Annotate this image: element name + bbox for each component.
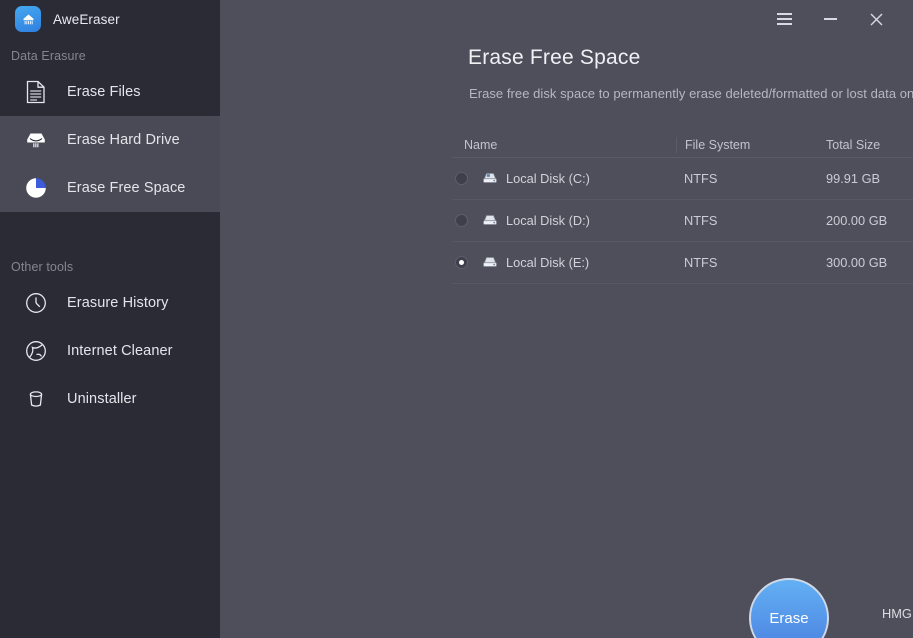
sidebar-active-group: Erase Hard Drive Erase Free Space: [0, 116, 220, 212]
erase-button-label: Erase: [769, 609, 809, 627]
disk-total-size: 99.91 GB: [826, 171, 881, 186]
disk-radio-button[interactable]: [455, 256, 468, 269]
page-description: Erase free disk space to permanently era…: [469, 86, 913, 101]
disk-name: Local Disk (E:): [506, 255, 590, 270]
table-row[interactable]: Local Disk (E:) NTFS 300.00 GB 297.67 GB: [452, 242, 913, 284]
erase-button[interactable]: Erase: [749, 578, 829, 638]
app-name: AweEraser: [53, 11, 120, 27]
sidebar-item-erasure-history[interactable]: Erasure History: [0, 279, 220, 327]
column-header-total-size[interactable]: Total Size: [826, 138, 913, 152]
brand: AweEraser: [0, 0, 220, 38]
disk-name-cell: Local Disk (E:): [452, 255, 676, 271]
sidebar-item-erase-free-space[interactable]: Erase Free Space: [0, 164, 220, 212]
close-icon[interactable]: [853, 2, 899, 36]
disk-name-cell: Local Disk (D:): [452, 213, 676, 229]
title-bar: [220, 0, 913, 38]
local-disk-icon: [482, 213, 498, 229]
hamburger-menu-icon[interactable]: [761, 2, 807, 36]
pie-chart-icon: [22, 174, 50, 202]
application-window: AweEraser Data Erasure Erase Files Erase…: [0, 0, 913, 638]
sidebar-item-label: Erase Hard Drive: [67, 132, 180, 148]
sidebar-item-label: Erase Free Space: [67, 180, 186, 196]
sidebar: AweEraser Data Erasure Erase Files Erase…: [0, 0, 220, 638]
local-disk-icon: [482, 171, 498, 187]
disk-total-size: 200.00 GB: [826, 213, 888, 228]
sidebar-item-erase-hard-drive[interactable]: Erase Hard Drive: [0, 116, 220, 164]
sidebar-item-erase-files[interactable]: Erase Files: [0, 68, 220, 116]
table-row[interactable]: Local Disk (C:) NTFS 99.91 GB 63.60 GB: [452, 158, 913, 200]
sidebar-item-label: Erase Files: [67, 84, 141, 100]
trash-bin-icon: [22, 385, 50, 413]
table-row[interactable]: Local Disk (D:) NTFS 200.00 GB 195.00 GB: [452, 200, 913, 242]
local-disk-icon: [482, 255, 498, 271]
erasure-method-value: HMG Infosec Standard 5 (1 pass): [882, 606, 913, 621]
disk-total-size: 300.00 GB: [826, 255, 888, 270]
disk-file-system: NTFS: [684, 171, 718, 186]
sidebar-section-label-other-tools: Other tools: [11, 260, 74, 274]
hard-drive-icon: [22, 126, 50, 154]
sidebar-item-label: Erasure History: [67, 295, 169, 311]
erasure-method-select[interactable]: HMG Infosec Standard 5 (1 pass): [882, 606, 913, 621]
disk-name-cell: Local Disk (C:): [452, 171, 676, 187]
disk-table: Name File System Total Size Free Size: [452, 133, 913, 284]
disk-file-system: NTFS: [684, 255, 718, 270]
disk-radio-button[interactable]: [455, 172, 468, 185]
sidebar-item-uninstaller[interactable]: Uninstaller: [0, 375, 220, 423]
file-document-icon: [22, 78, 50, 106]
disk-file-system: NTFS: [684, 213, 718, 228]
column-header-file-system[interactable]: File System: [676, 137, 826, 153]
disk-name: Local Disk (C:): [506, 171, 590, 186]
eraser-app-icon: [15, 6, 41, 32]
sidebar-item-internet-cleaner[interactable]: Internet Cleaner: [0, 327, 220, 375]
clock-icon: [22, 289, 50, 317]
globe-icon: [22, 337, 50, 365]
disk-name: Local Disk (D:): [506, 213, 590, 228]
column-header-name[interactable]: Name: [452, 138, 676, 152]
table-header-row: Name File System Total Size Free Size: [452, 133, 913, 158]
sidebar-section-label-data-erasure: Data Erasure: [11, 49, 86, 63]
page-title: Erase Free Space: [468, 46, 641, 69]
minimize-icon[interactable]: [807, 2, 853, 36]
sidebar-item-label: Uninstaller: [67, 391, 137, 407]
disk-radio-button[interactable]: [455, 214, 468, 227]
sidebar-item-label: Internet Cleaner: [67, 343, 173, 359]
main-panel: Erase Free Space Erase free disk space t…: [220, 0, 913, 638]
